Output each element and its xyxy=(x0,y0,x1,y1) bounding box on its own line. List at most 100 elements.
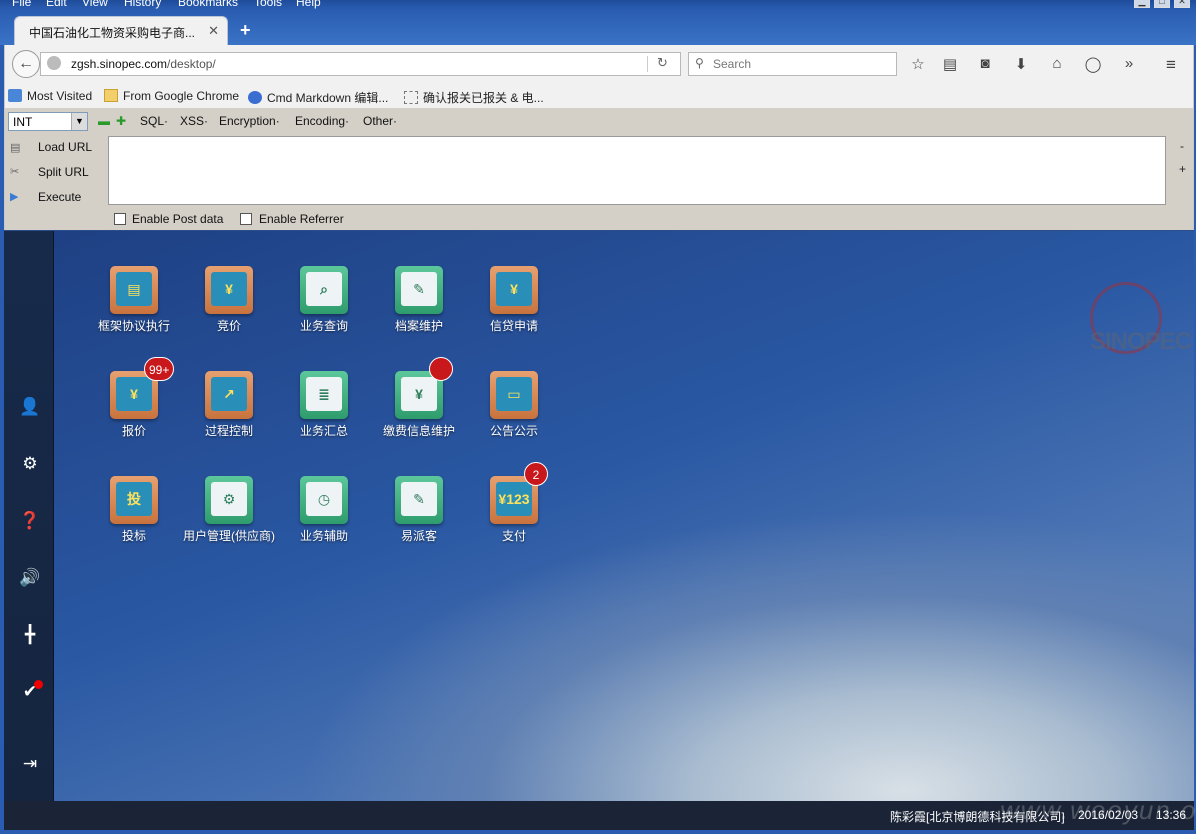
app-badge: 99+ xyxy=(144,357,175,381)
app-label: 业务汇总 xyxy=(299,424,348,438)
app-glyph: ✎ xyxy=(401,482,437,516)
menu-bookmarks[interactable]: Bookmarks xyxy=(178,0,238,9)
menu-view[interactable]: View xyxy=(82,0,108,9)
bookmark-most-visited[interactable]: Most Visited xyxy=(8,89,92,103)
app-tile[interactable]: ⚙ 用户管理(供应商) xyxy=(181,476,277,544)
app-label: 易派客 xyxy=(400,529,437,543)
app-glyph: ⚙ xyxy=(211,482,247,516)
app-label: 缴费信息维护 xyxy=(382,424,455,438)
increase-icon[interactable]: ✚ xyxy=(116,114,126,128)
user-icon[interactable]: 👤 xyxy=(18,395,42,419)
app-tile[interactable]: ≣ 业务汇总 xyxy=(276,371,372,439)
app-tile[interactable]: 投投标 xyxy=(86,476,182,544)
app-label: 竞价 xyxy=(216,319,241,333)
menu-encryption[interactable]: Encryption· xyxy=(219,114,280,128)
int-select[interactable]: INT ▼ xyxy=(8,112,88,131)
load-url-icon: ▤ xyxy=(10,142,21,154)
menu-other[interactable]: Other· xyxy=(363,114,397,128)
tab-close-icon[interactable]: ✕ xyxy=(208,23,219,39)
pocket-icon[interactable]: ◙ xyxy=(975,55,995,73)
app-tile[interactable]: ⌕ 业务查询 xyxy=(276,266,372,334)
app-icon: ¥99+ xyxy=(110,357,175,419)
app-label: 公告公示 xyxy=(489,424,538,438)
app-tile[interactable]: ◷ 业务辅助 xyxy=(276,476,372,544)
split-url-button[interactable]: Split URL xyxy=(38,165,89,179)
new-tab-button[interactable]: + xyxy=(240,20,251,41)
help-icon[interactable]: ❓ xyxy=(18,509,42,533)
hackbar-url-textarea[interactable] xyxy=(108,136,1166,205)
signpost-icon[interactable]: ╋ xyxy=(18,623,42,647)
menu-xss[interactable]: XSS· xyxy=(180,114,208,128)
menu-history[interactable]: History xyxy=(124,0,161,9)
app-tile[interactable]: ▤ 框架协议执行 xyxy=(86,266,182,334)
reading-list-icon[interactable]: ▤ xyxy=(940,55,960,73)
menu-bar: File Edit View History Bookmarks Tools H… xyxy=(0,0,1196,10)
app-glyph: ¥ xyxy=(116,377,152,411)
app-icon: ⌕ xyxy=(300,266,348,314)
home-icon[interactable]: ⌂ xyxy=(1047,55,1067,73)
chat-icon[interactable]: ◯ xyxy=(1083,55,1103,73)
app-icon: ✎ xyxy=(395,476,443,524)
shrink-button[interactable]: - xyxy=(1180,139,1184,153)
page-icon xyxy=(404,91,418,104)
maximize-icon[interactable]: □ xyxy=(1154,0,1170,8)
menu-encoding[interactable]: Encoding· xyxy=(295,114,349,128)
menu-file[interactable]: File xyxy=(12,0,31,9)
overflow-chevron-icon[interactable]: » xyxy=(1119,55,1139,73)
app-label: 档案维护 xyxy=(394,319,443,333)
search-input[interactable]: ⚲ Search xyxy=(688,52,897,76)
app-label: 用户管理(供应商) xyxy=(183,529,275,543)
minimize-icon[interactable]: ▁ xyxy=(1134,0,1150,8)
most-visited-icon xyxy=(8,89,22,102)
app-icon: ↗ xyxy=(205,371,253,419)
app-tile[interactable]: ¥ 信贷申请 xyxy=(466,266,562,334)
enable-post-label: Enable Post data xyxy=(132,212,224,226)
bookmark-label: Cmd Markdown 编辑... xyxy=(267,91,389,105)
decrease-icon[interactable]: ▬ xyxy=(98,114,110,128)
app-tile[interactable]: ¥ 竞价 xyxy=(181,266,277,334)
app-tile[interactable]: ▭ 公告公示 xyxy=(466,371,562,439)
download-icon[interactable]: ⬇ xyxy=(1011,55,1031,73)
bookmark-from-chrome[interactable]: From Google Chrome xyxy=(104,89,239,103)
app-icon: ◷ xyxy=(300,476,348,524)
grow-button[interactable]: + xyxy=(1179,162,1186,176)
execute-button[interactable]: Execute xyxy=(38,190,81,204)
bookmark-customs[interactable]: 确认报关已报关 & 电... xyxy=(404,89,544,106)
gear-icon[interactable]: ⚙ xyxy=(18,452,42,476)
app-glyph: ¥ xyxy=(401,377,437,411)
app-glyph: ¥ xyxy=(211,272,247,306)
int-select-value: INT xyxy=(13,115,33,129)
logout-icon[interactable]: ⇥ xyxy=(18,752,42,776)
back-button[interactable]: ← xyxy=(12,50,40,78)
star-bookmark-icon[interactable]: ☆ xyxy=(908,55,928,73)
app-tile[interactable]: ¥ 缴费信息维护 xyxy=(371,357,467,439)
window-frame-bottom xyxy=(0,830,1196,834)
enable-post-checkbox[interactable] xyxy=(114,213,126,225)
enable-referrer-checkbox[interactable] xyxy=(240,213,252,225)
app-tile[interactable]: ↗ 过程控制 xyxy=(181,371,277,439)
reload-icon[interactable]: ↻ xyxy=(657,55,668,71)
menu-sql[interactable]: SQL· xyxy=(140,114,168,128)
menu-help[interactable]: Help xyxy=(296,0,321,9)
app-tile[interactable]: ¥99+ 报价 xyxy=(86,357,182,439)
tab-active[interactable]: 中国石油化工物资采购电子商... ✕ xyxy=(14,16,228,46)
globe-icon xyxy=(47,56,61,70)
bookmark-cmd-markdown[interactable]: Cmd Markdown 编辑... xyxy=(248,89,388,106)
menu-edit[interactable]: Edit xyxy=(46,0,67,9)
app-glyph: ≣ xyxy=(306,377,342,411)
markdown-icon xyxy=(248,91,262,104)
speaker-icon[interactable]: 🔊 xyxy=(18,566,42,590)
window-controls: ▁ □ ✕ xyxy=(1134,0,1190,8)
hamburger-menu-icon[interactable]: ≡ xyxy=(1161,55,1181,74)
bookmark-label: From Google Chrome xyxy=(123,89,240,103)
enable-referrer-label: Enable Referrer xyxy=(259,212,344,226)
app-tile[interactable]: ¥123 2 支付 xyxy=(466,462,562,544)
app-tile[interactable]: ✎ 易派客 xyxy=(371,476,467,544)
menu-tools[interactable]: Tools xyxy=(254,0,282,9)
close-window-icon[interactable]: ✕ xyxy=(1174,0,1190,8)
url-bar[interactable]: zgsh.sinopec.com/desktop/ ↻ xyxy=(40,52,681,76)
bookmark-label: 确认报关已报关 & 电... xyxy=(423,91,544,105)
load-url-button[interactable]: Load URL xyxy=(38,140,92,154)
app-icon: ¥ xyxy=(395,357,453,419)
app-tile[interactable]: ✎ 档案维护 xyxy=(371,266,467,334)
